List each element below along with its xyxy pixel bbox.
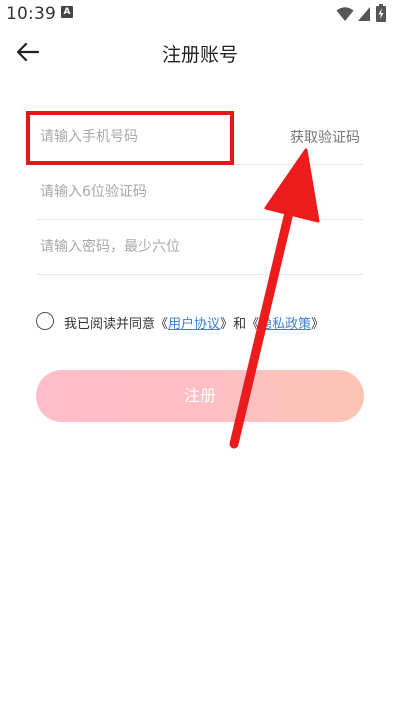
verification-code-input[interactable]	[40, 165, 260, 219]
status-icons	[336, 4, 396, 22]
battery-charging-icon	[376, 4, 386, 22]
page-title: 注册账号	[161, 44, 238, 66]
password-input[interactable]	[40, 220, 340, 274]
annotation-arrow	[229, 148, 320, 449]
open-quote-2: 《	[246, 317, 260, 332]
user-agreement-link[interactable]: 用户协议	[168, 317, 220, 332]
password-row	[36, 220, 364, 275]
code-row	[36, 165, 364, 220]
agreement-text: 我已阅读并同意《用户协议》和《隐私政策》	[64, 313, 324, 332]
status-bar: 10:39 A	[0, 0, 400, 28]
and-text: 和	[233, 317, 247, 332]
phone-input[interactable]	[40, 110, 260, 164]
close-quote-1: 》	[220, 317, 234, 332]
open-quote-1: 《	[155, 317, 169, 332]
agreement-prefix: 我已阅读并同意	[64, 317, 156, 332]
agreement-row: 我已阅读并同意《用户协议》和《隐私政策》	[36, 311, 376, 335]
nav-bar: 注册账号	[0, 28, 400, 76]
agree-checkbox[interactable]	[36, 312, 54, 330]
phone-row: 获取验证码	[36, 110, 364, 165]
a-notification-icon: A	[61, 6, 73, 18]
close-quote-2: 》	[311, 317, 325, 332]
register-button[interactable]: 注册	[36, 370, 364, 422]
get-code-button[interactable]: 获取验证码	[290, 127, 360, 147]
wifi-icon	[336, 7, 354, 21]
signal-icon	[358, 7, 370, 21]
register-form: 获取验证码	[36, 110, 364, 275]
privacy-policy-link[interactable]: 隐私政策	[259, 317, 311, 332]
status-time: 10:39	[6, 4, 56, 24]
